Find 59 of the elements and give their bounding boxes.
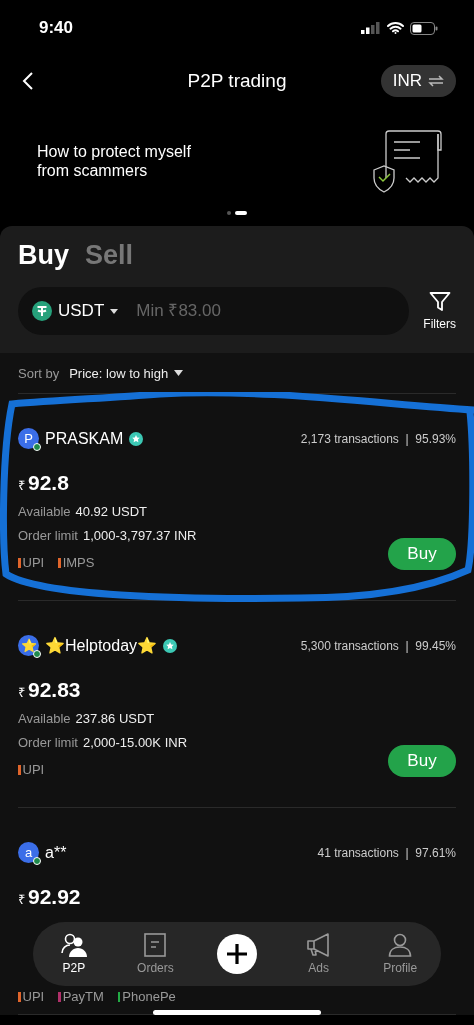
battery-icon bbox=[410, 21, 438, 35]
nav-tab[interactable]: Orders bbox=[125, 933, 186, 975]
offer-price: 92.8 bbox=[28, 471, 69, 495]
page-title: P2P trading bbox=[187, 70, 287, 92]
nav-tab[interactable]: Ads bbox=[288, 933, 349, 975]
coin-select[interactable]: USDT bbox=[58, 301, 105, 321]
rupee-sign: ₹ bbox=[18, 891, 25, 908]
trade-tab[interactable]: Sell bbox=[85, 240, 134, 271]
merchant-name[interactable]: a** bbox=[45, 843, 67, 862]
amount-field[interactable]: USDT Min ₹83.00 bbox=[18, 287, 410, 335]
avatar: P bbox=[18, 428, 39, 449]
person-icon bbox=[388, 933, 413, 957]
payment-method: UPI bbox=[22, 555, 45, 570]
avatar: a bbox=[18, 842, 39, 863]
currency-button[interactable]: INR bbox=[380, 65, 456, 97]
caret-icon bbox=[110, 308, 119, 314]
avatar: ⭐ bbox=[18, 635, 39, 656]
merchant-stats: 41 transactions | 97.61% bbox=[317, 845, 456, 860]
trade-tab[interactable]: Buy bbox=[18, 240, 69, 271]
payment-method: IMPS bbox=[62, 555, 95, 570]
order-limit-value: 2,000-15.00K INR bbox=[82, 735, 188, 750]
payment-method: UPI bbox=[22, 989, 45, 1004]
payment-method: PayTM bbox=[62, 989, 104, 1004]
available-label: Available bbox=[18, 504, 71, 519]
merchant-stats: 2,173 transactions | 95.93% bbox=[300, 431, 456, 446]
merchant-stats: 5,300 transactions | 99.45% bbox=[300, 638, 456, 653]
payment-method: PhonePe bbox=[122, 989, 176, 1004]
status-time: 9:40 bbox=[39, 18, 74, 38]
megaphone-icon bbox=[306, 933, 331, 957]
people-icon bbox=[59, 933, 88, 957]
offer-price: 92.92 bbox=[28, 885, 81, 909]
sort-label: Sort by bbox=[18, 365, 60, 381]
back-icon[interactable] bbox=[22, 71, 34, 91]
caret-icon bbox=[174, 370, 184, 376]
sort-dropdown[interactable]: Price: low to high bbox=[69, 365, 184, 381]
filters-button[interactable]: Filters bbox=[423, 291, 456, 331]
nav-tab[interactable]: P2P bbox=[43, 933, 104, 975]
nav-tab[interactable]: Profile bbox=[370, 933, 431, 975]
order-limit-label: Order limit bbox=[18, 528, 78, 543]
rupee-sign: ₹ bbox=[18, 684, 25, 701]
order-limit-value: 1,000-3,797.37 INR bbox=[82, 528, 197, 543]
swap-icon bbox=[428, 75, 444, 87]
document-icon bbox=[144, 933, 167, 957]
wifi-icon bbox=[387, 22, 404, 34]
rupee-sign: ₹ bbox=[18, 477, 25, 494]
payment-method: UPI bbox=[22, 762, 45, 777]
filter-icon bbox=[428, 291, 451, 313]
receipt-shield-icon bbox=[372, 130, 444, 194]
plus-icon bbox=[217, 934, 257, 974]
order-limit-label: Order limit bbox=[18, 735, 78, 750]
signal-icon bbox=[361, 22, 381, 34]
available-label: Available bbox=[18, 711, 71, 726]
merchant-name[interactable]: ⭐Helptoday⭐ bbox=[45, 636, 158, 655]
tether-icon bbox=[32, 301, 52, 321]
banner-text[interactable]: How to protect myself from scammers bbox=[37, 142, 227, 180]
offer-price: 92.83 bbox=[28, 678, 81, 702]
available-amount: 40.92 USDT bbox=[75, 504, 148, 519]
merchant-name[interactable]: PRASKAM bbox=[45, 429, 124, 448]
available-amount: 237.86 USDT bbox=[75, 711, 155, 726]
